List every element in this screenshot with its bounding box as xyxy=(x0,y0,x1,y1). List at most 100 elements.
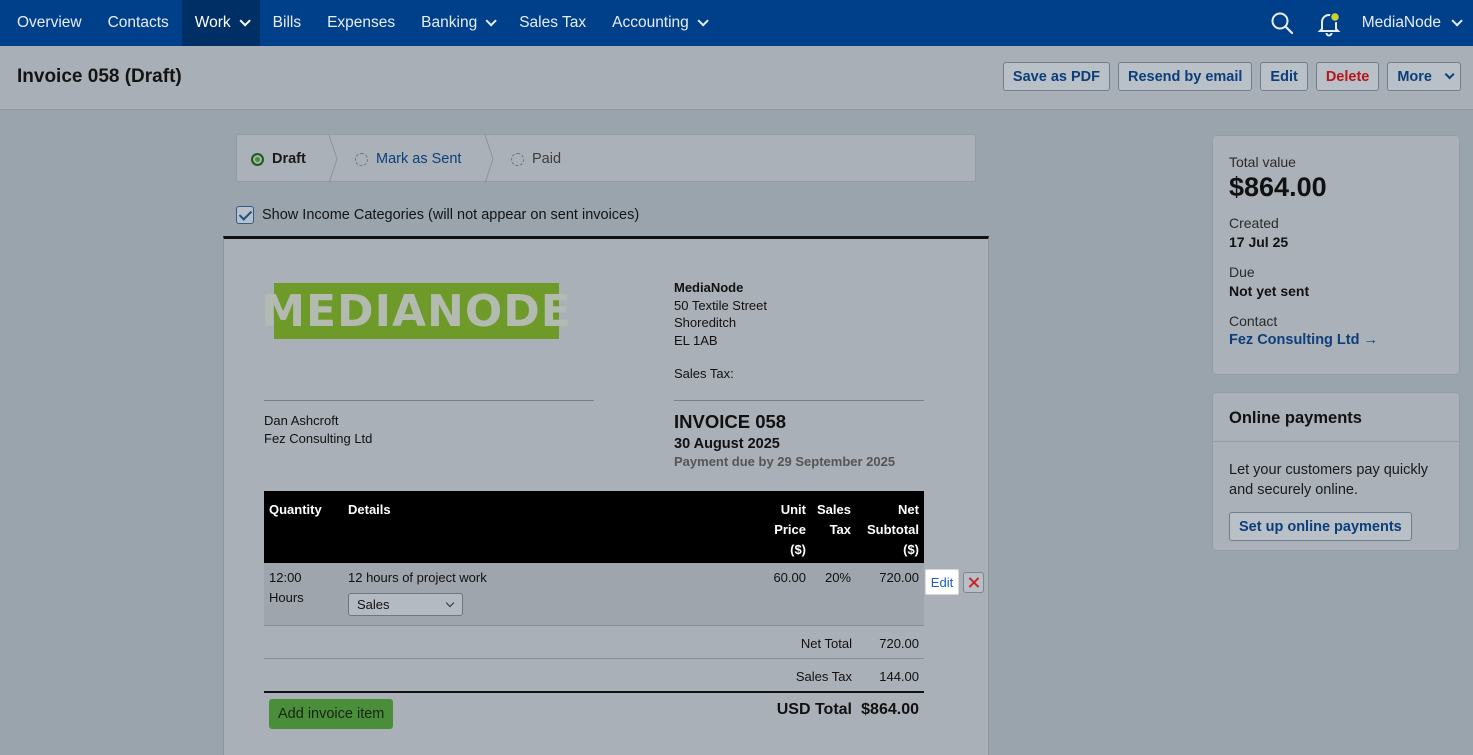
total-value-label: Total value xyxy=(1229,154,1296,170)
col-sales-tax: Sales Tax xyxy=(809,500,851,540)
top-nav: Overview Contacts Work Bills Expenses Ba… xyxy=(0,0,1473,46)
chevron-down-icon xyxy=(239,15,251,27)
step-label: Draft xyxy=(272,151,306,167)
pending-circle-icon xyxy=(511,152,524,166)
add-invoice-item-button[interactable]: Add invoice item xyxy=(269,699,394,729)
due-value: Not yet sent xyxy=(1229,283,1310,299)
online-payments-card: Online payments Let your customers pay q… xyxy=(1212,392,1460,551)
step-separator xyxy=(328,135,338,183)
address-line: EL 1AB xyxy=(674,332,718,348)
chevron-down-icon xyxy=(1451,15,1463,27)
nav-accounting[interactable]: Accounting xyxy=(599,0,718,46)
invoice-summary-card: Total value $864.00 Created 17 Jul 25 Du… xyxy=(1212,135,1460,375)
nav-bills[interactable]: Bills xyxy=(260,0,314,46)
invoice-title: INVOICE 058 xyxy=(674,411,787,432)
divider xyxy=(264,658,924,659)
chevron-down-icon xyxy=(485,15,497,27)
company-name: MediaNode xyxy=(674,280,744,295)
col-label: Unit xyxy=(780,502,806,517)
invoice-date: 30 August 2025 xyxy=(674,436,780,452)
item-sales-tax: 20% xyxy=(824,570,851,585)
setup-online-payments-button[interactable]: Set up online payments xyxy=(1229,512,1412,541)
online-payments-body: Let your customers pay quickly and secur… xyxy=(1213,442,1459,541)
client-name: Dan Ashcroft xyxy=(264,413,339,428)
delete-item-icon[interactable] xyxy=(963,572,984,593)
account-menu[interactable]: MediaNode xyxy=(1362,14,1473,32)
bell-icon[interactable] xyxy=(1316,11,1341,37)
nav-label: Accounting xyxy=(612,14,689,31)
online-payments-title: Online payments xyxy=(1213,393,1459,442)
page-title: Invoice 058 (Draft) xyxy=(17,66,182,87)
nav-overview[interactable]: Overview xyxy=(0,0,95,46)
nav-contacts[interactable]: Contacts xyxy=(95,0,182,46)
sales-tax-label: Sales Tax xyxy=(795,669,852,684)
contact-link[interactable]: Fez Consulting Ltd → xyxy=(1229,332,1443,348)
col-unit-price: Unit Price ($) xyxy=(744,500,806,560)
search-icon[interactable] xyxy=(1270,11,1294,35)
item-quantity: 12:00 Hours xyxy=(269,568,304,608)
header-actions: Save as PDF Resend by email Edit Delete … xyxy=(1002,62,1461,91)
income-category-select[interactable]: Sales xyxy=(348,593,463,616)
usd-total-label: USD Total xyxy=(776,701,852,718)
total-value: $864.00 xyxy=(1229,172,1327,202)
chevron-down-icon xyxy=(697,15,709,27)
nav-banking[interactable]: Banking xyxy=(408,0,506,46)
nav-expenses[interactable]: Expenses xyxy=(314,0,408,46)
chevron-down-icon xyxy=(445,598,455,608)
invoice-due: Payment due by 29 September 2025 xyxy=(674,454,896,469)
more-label: More xyxy=(1397,68,1432,85)
col-label: Price xyxy=(774,522,806,537)
nav-label: Work xyxy=(194,14,231,31)
company-logo: MEDIANODE xyxy=(261,283,571,339)
created-label: Created xyxy=(1229,215,1279,231)
resend-email-button[interactable]: Resend by email xyxy=(1117,62,1253,91)
col-details: Details xyxy=(348,502,391,517)
title-bar: Invoice 058 (Draft) Save as PDF Resend b… xyxy=(0,46,1473,110)
chevron-down-icon xyxy=(1444,69,1455,80)
nav-label: Banking xyxy=(421,14,478,31)
edit-button[interactable]: Edit xyxy=(1260,62,1308,91)
delete-button[interactable]: Delete xyxy=(1315,62,1380,91)
item-net-subtotal: 720.00 xyxy=(879,570,919,585)
client-company: Fez Consulting Ltd xyxy=(264,431,373,446)
address-line: Shoreditch xyxy=(674,315,737,330)
net-total-value: 720.00 xyxy=(879,636,919,651)
net-total-label: Net Total xyxy=(800,636,852,651)
select-value: Sales xyxy=(357,597,390,612)
divider xyxy=(264,691,924,693)
col-label: Net xyxy=(898,502,919,517)
table-row: 12:00 Hours 12 hours of project work Sal… xyxy=(264,563,924,626)
status-steps: Draft Mark as Sent Paid xyxy=(236,134,976,183)
step-mark-sent[interactable]: Mark as Sent xyxy=(355,135,461,183)
show-income-categories[interactable]: Show Income Categories (will not appear … xyxy=(236,206,639,224)
col-label: Subtotal xyxy=(867,522,919,537)
show-categories-label: Show Income Categories (will not appear … xyxy=(262,207,640,223)
step-label: Mark as Sent xyxy=(376,151,462,167)
col-label: ($) xyxy=(903,542,919,557)
col-label: Sales xyxy=(817,502,851,517)
contact-label: Contact xyxy=(1229,313,1278,329)
address-line: 50 Textile Street xyxy=(674,297,767,313)
sales-tax-number: Sales Tax: xyxy=(674,366,734,381)
pending-circle-icon xyxy=(355,152,368,166)
col-label: Tax xyxy=(829,522,851,537)
step-label: Paid xyxy=(532,151,562,167)
col-label: ($) xyxy=(790,542,806,557)
invoice-heading: INVOICE 058 30 August 2025 Payment due b… xyxy=(674,411,895,469)
created-value: 17 Jul 25 xyxy=(1229,234,1289,250)
nav-label: Expenses xyxy=(327,14,396,31)
show-categories-checkbox[interactable] xyxy=(236,206,254,224)
edit-item-button[interactable]: Edit xyxy=(925,569,959,595)
save-pdf-button[interactable]: Save as PDF xyxy=(1002,62,1110,91)
due-label: Due xyxy=(1229,264,1255,280)
nav-sales-tax[interactable]: Sales Tax xyxy=(506,0,599,46)
item-details: 12 hours of project work xyxy=(348,570,487,585)
online-payments-text: Let your customers pay quickly and secur… xyxy=(1229,462,1429,498)
more-button[interactable]: More xyxy=(1387,62,1461,91)
invoice-document: MEDIANODE MediaNode 50 Textile Street Sh… xyxy=(223,236,989,755)
nav-work[interactable]: Work xyxy=(181,0,260,46)
client-address: Dan Ashcroft Fez Consulting Ltd xyxy=(264,412,372,448)
step-draft: Draft xyxy=(251,135,306,183)
col-net-subtotal: Net Subtotal ($) xyxy=(854,500,919,560)
quantity-value: 12:00 xyxy=(269,570,302,585)
